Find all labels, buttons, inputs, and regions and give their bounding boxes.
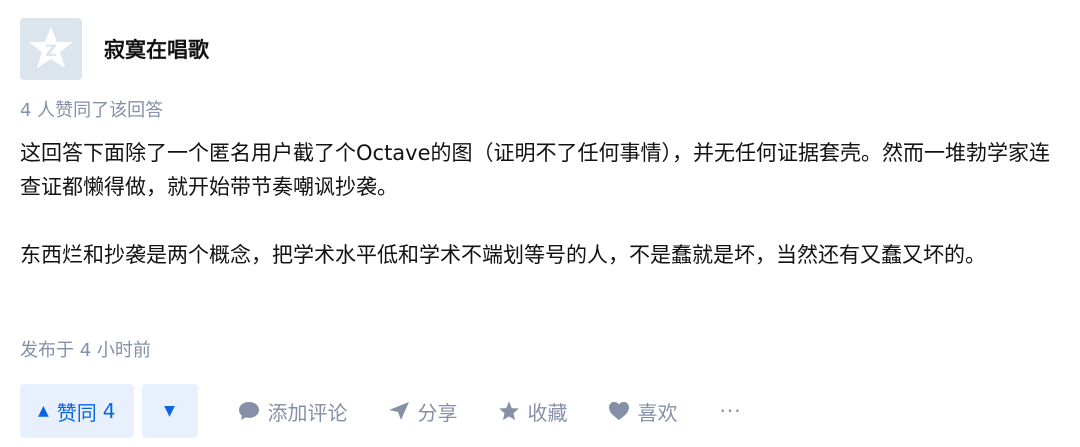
answer-paragraph: 东西烂和抄袭是两个概念，把学术水平低和学术不端划等号的人，不是蠢就是坏，当然还有… (20, 243, 986, 267)
comment-button[interactable]: 添加评论 (238, 397, 348, 426)
avatar-star-icon: Z (29, 27, 73, 68)
comment-icon (238, 402, 259, 420)
published-time[interactable]: 发布于 4 小时前 (20, 336, 151, 362)
upvote-button[interactable]: ▲ 赞同 4 (20, 384, 134, 438)
action-bar: ▲ 赞同 4 ▼ 添加评论 分享 收藏 喜欢 ··· (20, 384, 742, 438)
share-label: 分享 (417, 400, 458, 425)
author-info: Z 寂寞在唱歌 (20, 18, 209, 80)
answer-paragraph: 这回答下面除了一个匿名用户截了个Octave的图（证明不了任何事情），并无任何证… (20, 141, 1051, 199)
star-icon (498, 401, 519, 421)
svg-text:Z: Z (45, 41, 57, 60)
like-label: 喜欢 (637, 400, 678, 425)
heart-icon (608, 401, 629, 421)
collect-label: 收藏 (527, 400, 568, 425)
comment-label: 添加评论 (267, 400, 348, 425)
upvote-label: 赞同 (56, 400, 97, 425)
triangle-down-icon: ▼ (164, 403, 175, 419)
downvote-button[interactable]: ▼ (141, 384, 198, 438)
share-button[interactable]: 分享 (388, 397, 458, 426)
more-button[interactable]: ··· (720, 399, 742, 423)
upvote-count: 4 (102, 399, 116, 423)
triangle-up-icon: ▲ (38, 403, 49, 419)
author-name[interactable]: 寂寞在唱歌 (104, 34, 209, 64)
answer-content: 这回答下面除了一个匿名用户截了个Octave的图（证明不了任何事情），并无任何证… (20, 136, 1065, 272)
vote-summary: 4 人赞同了该回答 (20, 100, 164, 121)
like-button[interactable]: 喜欢 (608, 397, 678, 426)
avatar[interactable]: Z (20, 18, 82, 80)
collect-button[interactable]: 收藏 (498, 397, 568, 426)
share-icon (388, 402, 409, 420)
